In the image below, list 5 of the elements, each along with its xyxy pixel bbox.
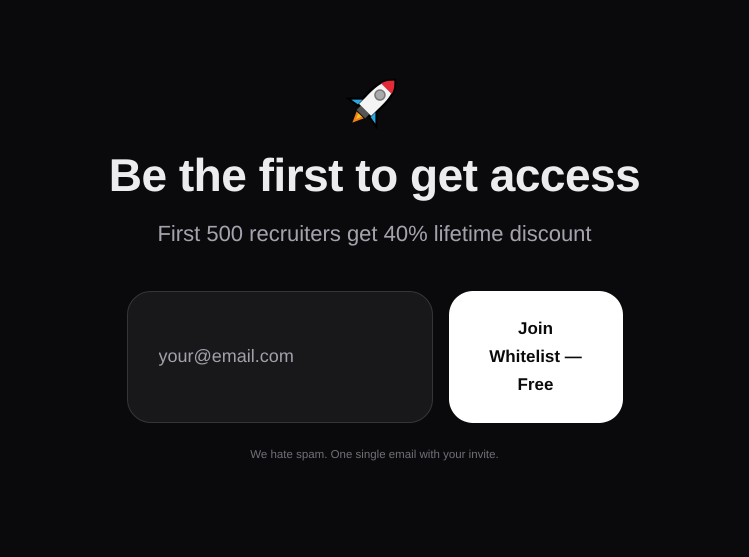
join-button[interactable]: Join Whitelist — Free: [448, 290, 622, 423]
heading: Be the first to get access: [108, 150, 640, 201]
subheading: First 500 recruiters get 40% lifetime discount: [157, 220, 592, 247]
spam-note: We hate spam. One single email with your invite.: [250, 448, 499, 461]
email-field[interactable]: your@email.com: [126, 290, 432, 423]
